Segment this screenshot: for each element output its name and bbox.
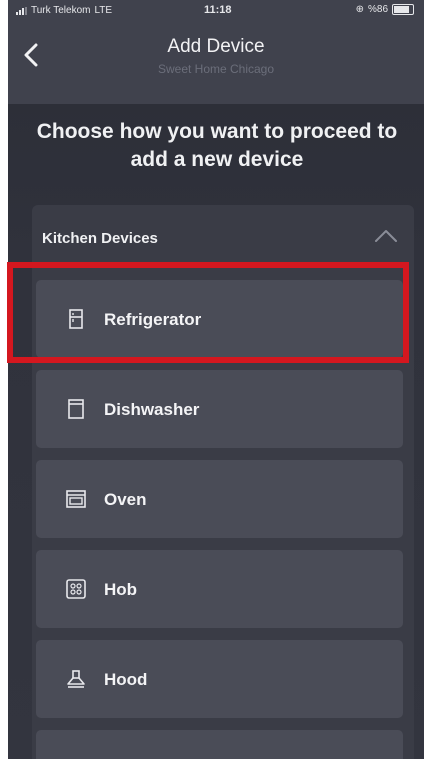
device-label: Hob (104, 580, 138, 599)
battery-percent: %86 (367, 4, 388, 15)
signal-icon (16, 6, 27, 15)
device-label: Hood (104, 670, 148, 689)
oven-icon (66, 490, 86, 508)
device-item-hob[interactable]: Hob (36, 550, 403, 628)
chevron-up-icon (375, 230, 397, 242)
network-text: LTE (94, 5, 113, 16)
phone-screen: Turk Telekom LTE 11:18 ⊕ %86 Add Device … (8, 0, 424, 759)
collapse-button[interactable] (374, 226, 398, 246)
hood-icon (67, 670, 85, 688)
device-label: Dishwasher (104, 400, 200, 419)
instruction-heading: Choose how you want to proceed to add a … (36, 120, 398, 171)
device-item-oven[interactable]: Oven (36, 460, 403, 538)
page-title: Add Device (167, 36, 265, 57)
battery-icon (392, 4, 414, 15)
carrier-text: Turk Telekom (31, 5, 91, 16)
highlight-box (7, 262, 409, 363)
status-time: 11:18 (204, 4, 232, 16)
device-item-dishwasher[interactable]: Dishwasher (36, 370, 403, 448)
dishwasher-icon (68, 399, 84, 419)
device-item-partial[interactable] (36, 730, 403, 759)
device-label: Oven (104, 490, 147, 509)
orientation-lock-icon: ⊕ (355, 4, 364, 15)
status-left: Turk Telekom LTE (16, 5, 112, 16)
home-name: Sweet Home Chicago (157, 62, 275, 76)
hob-icon (66, 579, 86, 599)
device-item-hood[interactable]: Hood (36, 640, 403, 718)
status-bar: Turk Telekom LTE 11:18 ⊕ %86 (8, 0, 424, 22)
section-title: Kitchen Devices (42, 230, 158, 247)
status-right: ⊕ %86 (356, 4, 414, 15)
